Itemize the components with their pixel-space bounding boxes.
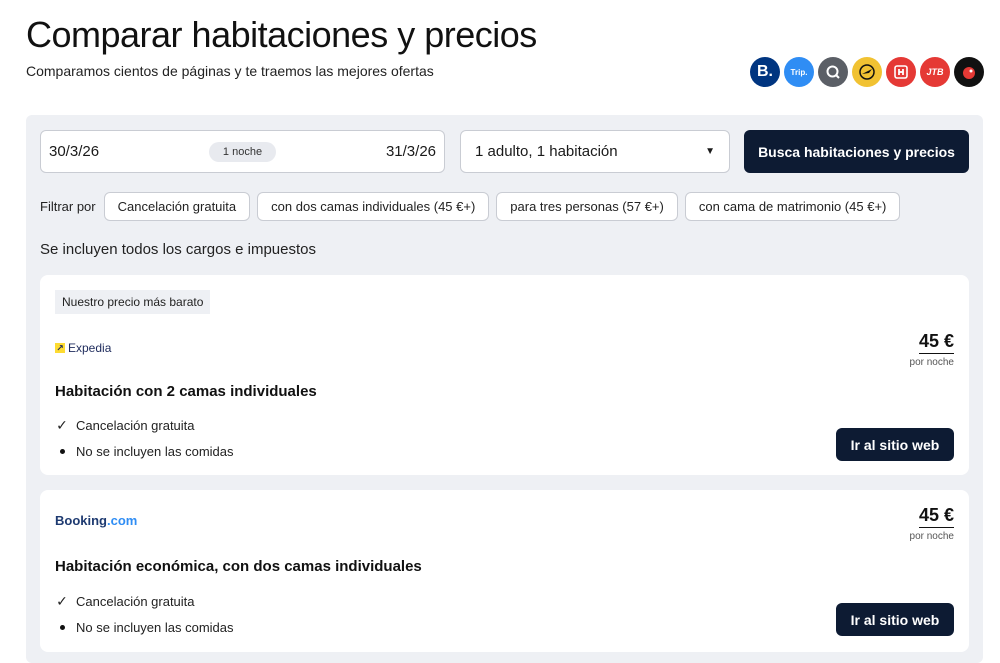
filter-chip-three-people[interactable]: para tres personas (57 €+) <box>496 192 678 221</box>
filter-chip-twin-beds[interactable]: con dos camas individuales (45 €+) <box>257 192 490 221</box>
feature-free-cancellation: ✓ Cancelación gratuita <box>55 593 195 610</box>
feature-text: No se incluyen las comidas <box>76 444 234 459</box>
offer-card: Nuestro precio más barato ↗ Expedia 45 €… <box>40 275 969 475</box>
feature-free-cancellation: ✓ Cancelación gratuita <box>55 417 195 434</box>
trip-icon: Trip. <box>784 57 814 87</box>
checkin-date[interactable]: 30/3/26 <box>49 143 99 160</box>
jtb-icon: JTB <box>920 57 950 87</box>
nights-badge: 1 noche <box>208 141 277 162</box>
room-name: Habitación económica, con dos camas indi… <box>55 558 422 575</box>
booking-logo: Booking.com <box>55 513 137 528</box>
feature-text: No se incluyen las comidas <box>76 620 234 635</box>
offer-card: Booking.com 45 € por noche Habitación ec… <box>40 490 969 652</box>
bullet-icon <box>55 625 69 630</box>
expedia-arrow-icon: ↗ <box>55 342 65 353</box>
provider-suffix: .com <box>107 513 138 528</box>
guests-select[interactable]: 1 adulto, 1 habitación ▼ <box>460 130 730 173</box>
feature-meals: No se incluyen las comidas <box>55 620 234 635</box>
per-night-label: por noche <box>909 357 954 368</box>
cheapest-badge: Nuestro precio más barato <box>55 290 211 314</box>
room-name: Habitación con 2 camas individuales <box>55 383 317 400</box>
check-icon: ✓ <box>56 417 68 433</box>
partner-logos: B. Trip. JTB <box>750 57 984 87</box>
taxes-note: Se incluyen todos los cargos e impuestos <box>40 241 316 258</box>
price-block: 45 € por noche <box>910 331 954 368</box>
checkout-date[interactable]: 31/3/26 <box>386 143 436 160</box>
filter-bar: Filtrar por Cancelación gratuita con dos… <box>40 192 901 221</box>
price: 45 € <box>918 331 954 354</box>
provider-name: Expedia <box>68 341 112 355</box>
caret-down-icon: ▼ <box>705 146 715 157</box>
price-block: 45 € por noche <box>910 505 954 542</box>
feature-text: Cancelación gratuita <box>76 418 195 433</box>
bird-partner-icon <box>954 57 984 87</box>
per-night-label: por noche <box>909 531 954 542</box>
search-panel: 30/3/26 1 noche 31/3/26 1 adulto, 1 habi… <box>26 115 983 663</box>
feature-text: Cancelación gratuita <box>76 594 195 609</box>
check-icon: ✓ <box>56 593 68 609</box>
search-partner-icon <box>818 57 848 87</box>
provider-name: Booking <box>55 513 107 528</box>
feature-meals: No se incluyen las comidas <box>55 444 234 459</box>
go-to-site-button[interactable]: Ir al sitio web <box>836 603 954 636</box>
date-range-picker[interactable]: 30/3/26 1 noche 31/3/26 <box>40 130 445 173</box>
filter-chip-free-cancellation[interactable]: Cancelación gratuita <box>103 192 251 221</box>
filter-chip-double-bed[interactable]: con cama de matrimonio (45 €+) <box>684 192 901 221</box>
price: 45 € <box>918 505 954 528</box>
filter-label: Filtrar por <box>40 199 96 214</box>
plane-partner-icon <box>852 57 882 87</box>
booking-icon: B. <box>750 57 780 87</box>
page-subtitle: Comparamos cientos de páginas y te traem… <box>26 63 434 79</box>
guests-value: 1 adulto, 1 habitación <box>475 143 618 160</box>
page-title: Comparar habitaciones y precios <box>26 14 537 55</box>
bullet-icon <box>55 449 69 454</box>
hotels-h-icon <box>886 57 916 87</box>
search-rooms-button[interactable]: Busca habitaciones y precios <box>744 130 969 173</box>
expedia-logo: ↗ Expedia <box>55 341 111 355</box>
go-to-site-button[interactable]: Ir al sitio web <box>836 428 954 461</box>
